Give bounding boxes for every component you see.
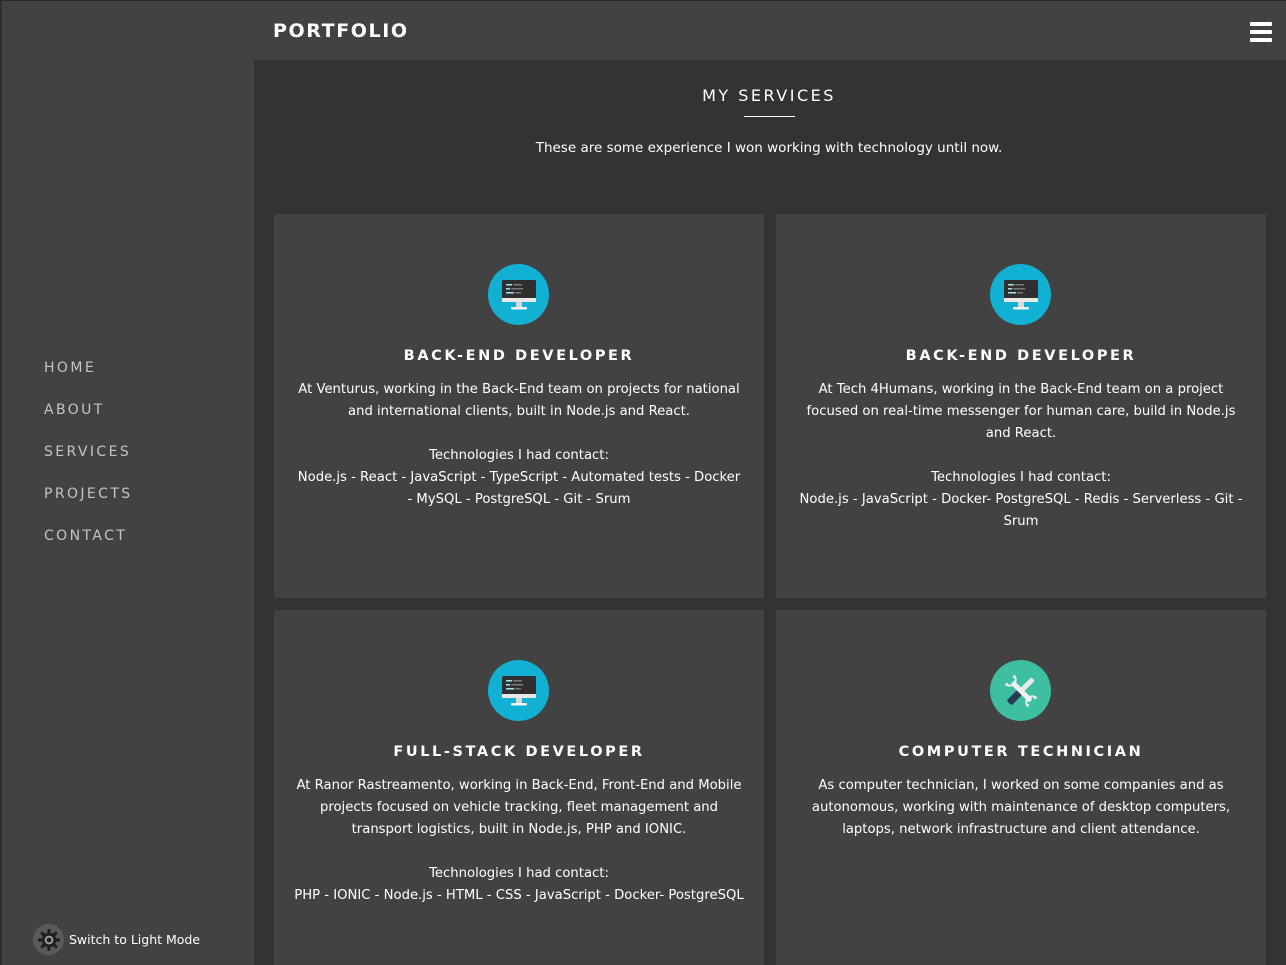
- card-title: BACK-END DEVELOPER: [905, 348, 1137, 364]
- card-tech-label: Technologies I had contact:: [429, 448, 609, 463]
- page: HOME ABOUT SERVICES PROJECTS CONTACT Swi…: [0, 0, 1286, 965]
- light-mode-label: Switch to Light Mode: [69, 932, 201, 947]
- card-tech-label: Technologies I had contact:: [931, 470, 1111, 485]
- monitor-icon: [488, 264, 549, 325]
- card-tech-list: Node.js - JavaScript - Docker- PostgreSQ…: [799, 492, 1243, 529]
- gear-icon: [33, 924, 64, 955]
- service-card: BACK-END DEVELOPER At Venturus, working …: [274, 214, 764, 598]
- card-description: As computer technician, I worked on some…: [796, 775, 1246, 841]
- brand-title[interactable]: PORTFOLIO: [273, 20, 409, 42]
- sidebar-item-about[interactable]: ABOUT: [44, 401, 133, 443]
- tools-icon: [990, 660, 1051, 721]
- service-card: BACK-END DEVELOPER At Tech 4Humans, work…: [776, 214, 1266, 598]
- card-tech-label: Technologies I had contact:: [429, 866, 609, 881]
- monitor-icon: [990, 264, 1051, 325]
- card-title: FULL-STACK DEVELOPER: [393, 744, 645, 760]
- section-title: MY SERVICES: [702, 86, 836, 105]
- sidebar-item-services[interactable]: SERVICES: [44, 443, 133, 485]
- top-bar: PORTFOLIO: [254, 1, 1286, 61]
- card-description-text: At Tech 4Humans, working in the Back-End…: [806, 382, 1236, 441]
- sidebar-item-projects[interactable]: PROJECTS: [44, 485, 133, 527]
- sidebar-nav: HOME ABOUT SERVICES PROJECTS CONTACT: [44, 359, 133, 569]
- card-description: At Ranor Rastreamento, working in Back-E…: [294, 775, 744, 907]
- card-description: At Tech 4Humans, working in the Back-End…: [796, 379, 1246, 533]
- service-card: FULL-STACK DEVELOPER At Ranor Rastreamen…: [274, 610, 764, 965]
- section-subtitle: These are some experience I won working …: [535, 140, 1003, 156]
- card-tech-list: PHP - IONIC - Node.js - HTML - CSS - Jav…: [294, 888, 744, 903]
- light-mode-toggle[interactable]: Switch to Light Mode: [33, 924, 200, 955]
- monitor-icon: [488, 660, 549, 721]
- hamburger-menu-icon[interactable]: [1250, 22, 1272, 42]
- card-tech-list: Node.js - React - JavaScript - TypeScrip…: [297, 470, 741, 507]
- card-title: COMPUTER TECHNICIAN: [898, 744, 1144, 760]
- service-card: COMPUTER TECHNICIAN As computer technici…: [776, 610, 1266, 965]
- card-description: At Venturus, working in the Back-End tea…: [294, 379, 744, 511]
- card-title: BACK-END DEVELOPER: [403, 348, 635, 364]
- card-description-text: At Ranor Rastreamento, working in Back-E…: [296, 778, 742, 837]
- sidebar: HOME ABOUT SERVICES PROJECTS CONTACT Swi…: [2, 1, 254, 965]
- services-section: MY SERVICES These are some experience I …: [254, 62, 1286, 965]
- title-underline: [744, 116, 795, 117]
- sidebar-item-home[interactable]: HOME: [44, 359, 133, 401]
- card-description-text: At Venturus, working in the Back-End tea…: [298, 382, 740, 419]
- card-description-text: As computer technician, I worked on some…: [811, 778, 1231, 837]
- sidebar-item-contact[interactable]: CONTACT: [44, 527, 133, 569]
